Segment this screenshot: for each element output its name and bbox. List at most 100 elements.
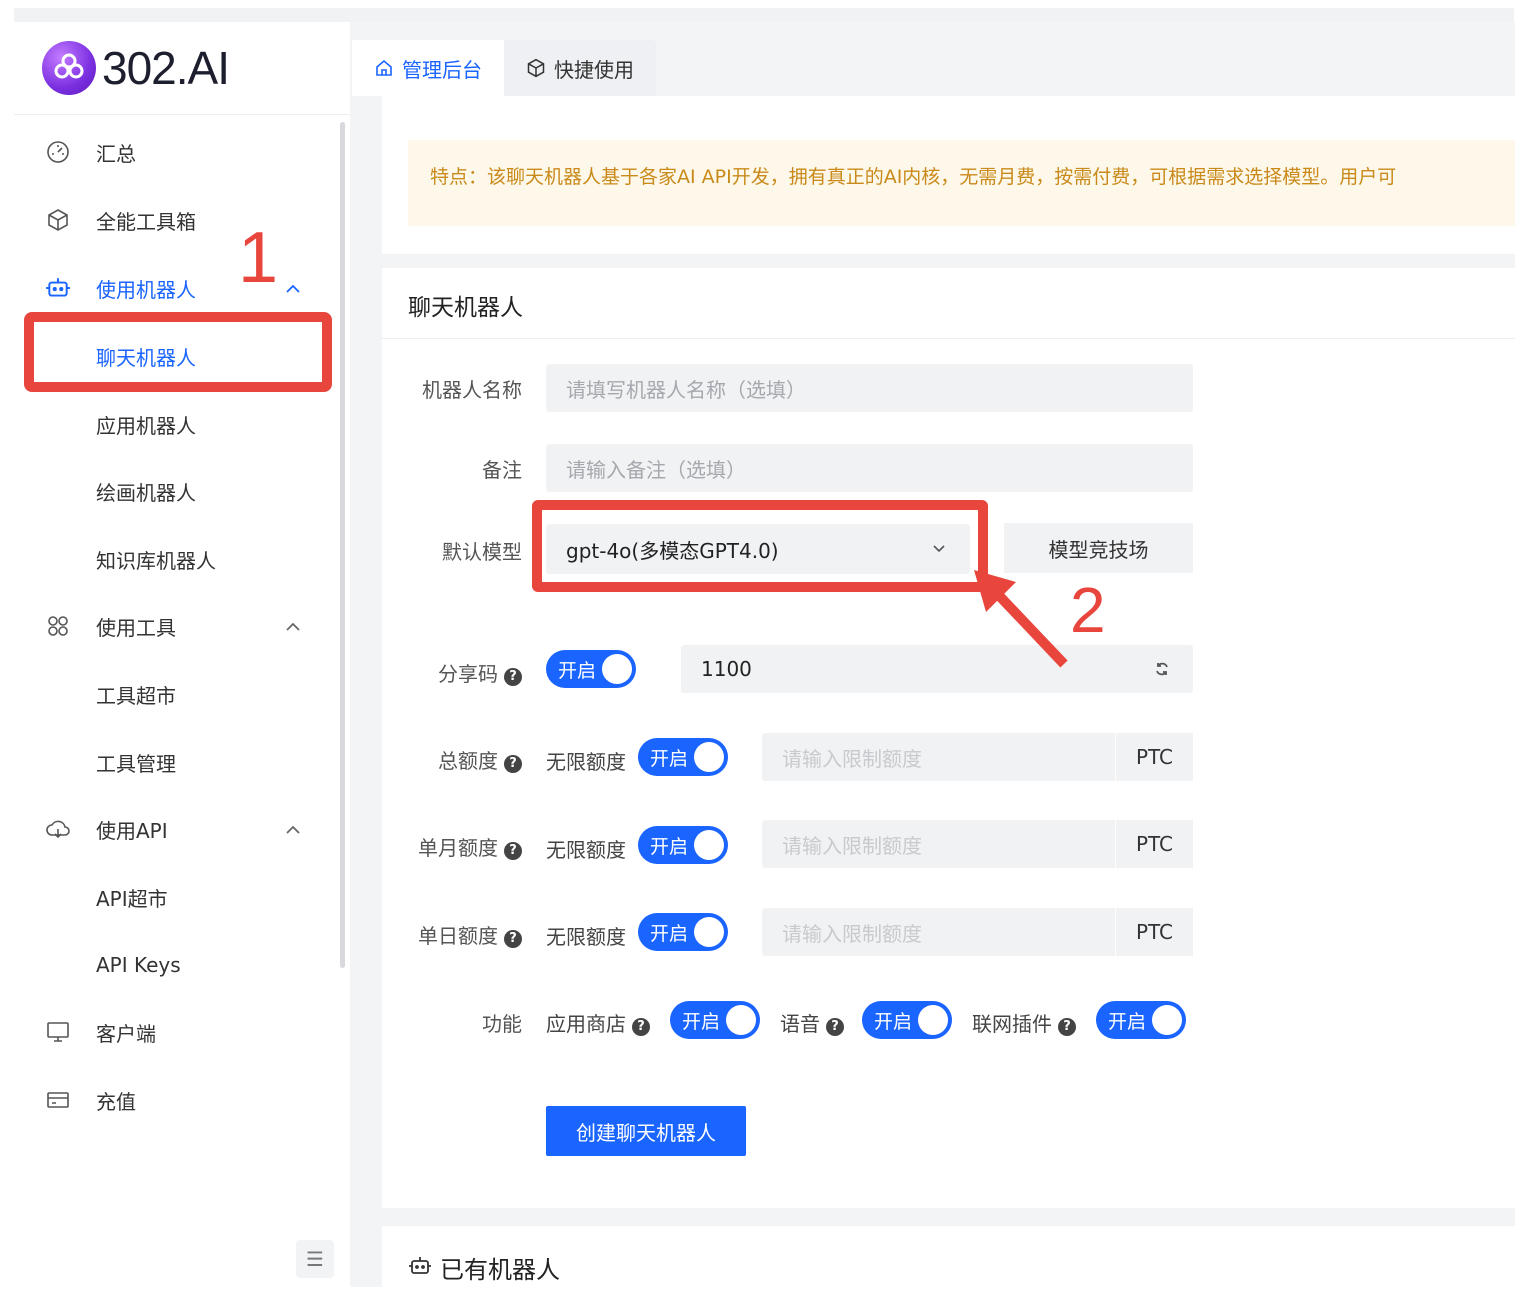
help-icon[interactable]: ?: [504, 930, 522, 948]
sidebar-item-label: 客户端: [96, 1021, 156, 1046]
limit-placeholder: 请输入限制额度: [782, 921, 922, 946]
toggle-knob: [694, 830, 724, 860]
limit-placeholder: 请输入限制额度: [782, 833, 922, 858]
monthly-quota-input[interactable]: 请输入限制额度 PTC: [762, 820, 1193, 868]
sidebar-item-use-robots[interactable]: 使用机器人: [14, 260, 334, 316]
toggle-knob: [602, 654, 632, 684]
unit-suffix: PTC: [1115, 908, 1193, 956]
tab-label: 快捷使用: [554, 57, 634, 82]
share-code-label: 分享码?: [382, 658, 522, 687]
existing-robots-title: 已有机器人: [440, 1256, 560, 1284]
feature-voice: 语音?: [780, 1008, 844, 1037]
card-divider: [382, 338, 1515, 339]
daily-unlimited-label: 无限额度: [546, 925, 626, 949]
sidebar-item-use-api[interactable]: 使用API: [14, 801, 334, 857]
feature-label: 应用商店: [546, 1012, 626, 1036]
cloud-icon: [44, 815, 72, 843]
monitor-icon: [44, 1018, 72, 1046]
sidebar-item-summary[interactable]: 汇总: [14, 124, 334, 180]
feature-label: 语音: [780, 1012, 820, 1036]
sidebar-item-toolbox[interactable]: 全能工具箱: [14, 192, 334, 248]
apps-icon: [44, 612, 72, 640]
toggle-label: 开启: [682, 1010, 721, 1033]
sidebar-item-label: 绘画机器人: [96, 480, 196, 505]
total-quota-text: 总额度: [438, 749, 498, 773]
sidebar-item-app-robot[interactable]: 应用机器人: [14, 396, 334, 452]
notice-text: 特点：该聊天机器人基于各家AI API开发，拥有真正的AI内核，无需月费，按需付…: [430, 166, 1397, 188]
toggle-label: 开启: [1108, 1010, 1147, 1033]
intro-card: 特点：该聊天机器人基于各家AI API开发，拥有真正的AI内核，无需月费，按需付…: [382, 96, 1515, 254]
daily-quota-label: 单日额度?: [382, 920, 522, 949]
total-unlimited-label: 无限额度: [546, 750, 626, 774]
daily-quota-input[interactable]: 请输入限制额度 PTC: [762, 908, 1193, 956]
create-button-label: 创建聊天机器人: [576, 1120, 716, 1145]
toggle-knob: [726, 1005, 756, 1035]
monthly-unlimited-label: 无限额度: [546, 838, 626, 862]
share-code-input[interactable]: 1100: [681, 645, 1193, 693]
monthly-unlimited-toggle[interactable]: 开启: [638, 826, 728, 864]
card-icon: [44, 1086, 72, 1114]
note-placeholder: 请输入备注（选填）: [566, 457, 746, 482]
create-chat-robot-button[interactable]: 创建聊天机器人: [546, 1106, 746, 1156]
tab-admin[interactable]: 管理后台: [352, 40, 504, 96]
sidebar-item-use-tools[interactable]: 使用工具: [14, 598, 334, 654]
help-icon[interactable]: ?: [1058, 1018, 1076, 1036]
app-store-toggle[interactable]: 开启: [670, 1001, 760, 1039]
annotation-number-1: 1: [238, 218, 279, 298]
existing-robots-card: 已有机器人: [382, 1226, 1515, 1288]
sidebar-item-api-market[interactable]: API超市: [14, 869, 334, 925]
sidebar-item-label: API Keys: [96, 953, 181, 977]
total-unlimited-toggle[interactable]: 开启: [638, 738, 728, 776]
tab-label: 管理后台: [402, 57, 482, 82]
sidebar-item-label: 使用API: [96, 818, 168, 843]
logo[interactable]: 302.AI: [42, 40, 230, 96]
sidebar-item-label: 知识库机器人: [96, 548, 216, 573]
card-title: 聊天机器人: [408, 295, 523, 321]
share-code-text: 分享码: [438, 662, 498, 686]
sidebar-divider: [14, 114, 350, 115]
monthly-quota-label: 单月额度?: [382, 832, 522, 861]
monthly-quota-text: 单月额度: [418, 836, 498, 860]
cube-icon: [526, 58, 546, 78]
tab-quick-use[interactable]: 快捷使用: [504, 40, 656, 96]
limit-placeholder: 请输入限制额度: [782, 746, 922, 771]
sidebar-item-tool-management[interactable]: 工具管理: [14, 734, 334, 790]
total-quota-label: 总额度?: [382, 745, 522, 774]
robot-icon: [408, 1254, 432, 1278]
share-code-toggle[interactable]: 开启: [546, 650, 636, 688]
feature-app-store: 应用商店?: [546, 1008, 650, 1037]
sidebar-item-knowledge-robot[interactable]: 知识库机器人: [14, 531, 334, 587]
sidebar-item-drawing-robot[interactable]: 绘画机器人: [14, 463, 334, 519]
help-icon[interactable]: ?: [632, 1018, 650, 1036]
toggle-knob: [918, 1005, 948, 1035]
sidebar-item-api-keys[interactable]: API Keys: [14, 937, 334, 993]
collapse-menu-icon[interactable]: ☰: [296, 1240, 334, 1278]
cube-icon: [44, 206, 72, 234]
voice-toggle[interactable]: 开启: [862, 1001, 952, 1039]
sidebar-scrollbar[interactable]: [340, 122, 345, 968]
robot-name-input[interactable]: 请填写机器人名称（选填）: [546, 364, 1193, 412]
help-icon[interactable]: ?: [504, 755, 522, 773]
feature-notice: 特点：该聊天机器人基于各家AI API开发，拥有真正的AI内核，无需月费，按需付…: [408, 140, 1515, 226]
help-icon[interactable]: ?: [504, 842, 522, 860]
sidebar-item-recharge[interactable]: 充值: [14, 1072, 334, 1128]
help-icon[interactable]: ?: [504, 668, 522, 686]
unit-suffix: PTC: [1115, 733, 1193, 781]
toggle-label: 开启: [650, 835, 689, 858]
daily-unlimited-toggle[interactable]: 开启: [638, 913, 728, 951]
note-input[interactable]: 请输入备注（选填）: [546, 444, 1193, 492]
sidebar-item-label: 汇总: [96, 141, 136, 166]
sidebar-item-tool-market[interactable]: 工具超市: [14, 666, 334, 722]
home-icon: [374, 58, 394, 78]
help-icon[interactable]: ?: [826, 1018, 844, 1036]
annotation-arrow-icon: [974, 570, 1068, 668]
web-plugin-toggle[interactable]: 开启: [1096, 1001, 1186, 1039]
sidebar-item-label: 工具超市: [96, 683, 176, 708]
total-quota-input[interactable]: 请输入限制额度 PTC: [762, 733, 1193, 781]
robot-icon: [44, 274, 72, 302]
logo-icon: [42, 41, 96, 95]
sidebar-item-client[interactable]: 客户端: [14, 1004, 334, 1060]
dashboard-icon: [44, 138, 72, 166]
refresh-icon[interactable]: [1153, 659, 1171, 677]
toggle-label: 开启: [650, 922, 689, 945]
